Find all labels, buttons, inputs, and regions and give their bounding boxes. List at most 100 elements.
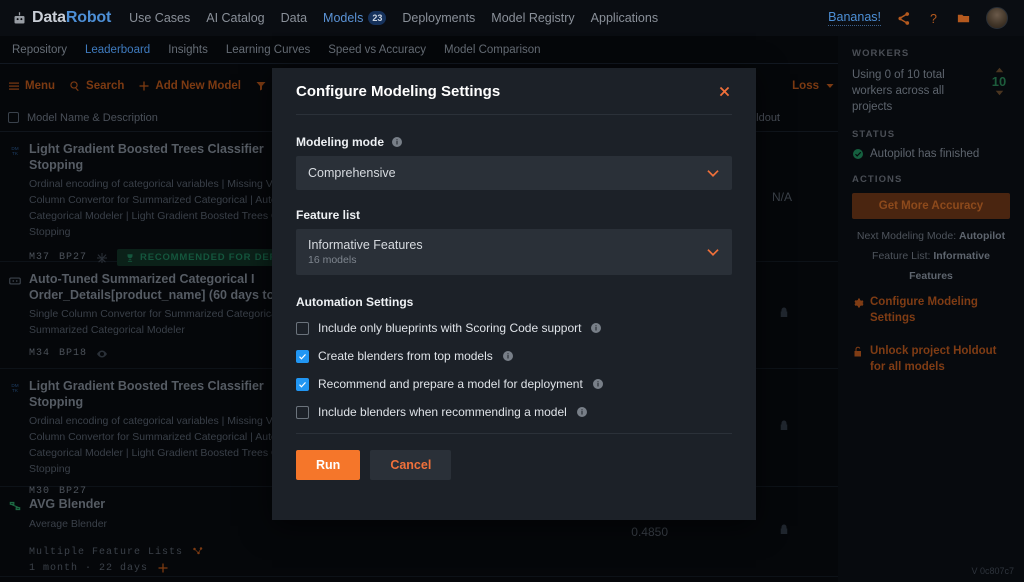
column-header-model-name: Model Name & Description <box>27 112 158 124</box>
gear-icon <box>852 297 864 309</box>
modal-footer: Run Cancel <box>272 434 756 496</box>
scoring-code-label: Include only blueprints with Scoring Cod… <box>318 321 581 335</box>
tab-repository[interactable]: Repository <box>12 44 67 56</box>
eye-icon[interactable] <box>96 348 108 360</box>
modal-header: Configure Modeling Settings <box>272 68 756 114</box>
recommend-model-checkbox[interactable] <box>296 378 309 391</box>
checkbox-row-create-blenders[interactable]: Create blenders from top models <box>296 349 732 363</box>
create-blenders-checkbox[interactable] <box>296 350 309 363</box>
svg-text:?: ? <box>930 11 937 25</box>
robot-logo-icon <box>12 11 27 26</box>
nav-item-data[interactable]: Data <box>281 11 307 25</box>
add-new-model-label: Add New Model <box>155 80 241 92</box>
modeling-mode-select[interactable]: Comprehensive <box>296 156 732 190</box>
nav-item-applications[interactable]: Applications <box>591 11 658 25</box>
lock-icon <box>778 418 790 432</box>
info-icon[interactable] <box>592 378 604 390</box>
next-modeling-mode-prefix: Next Modeling Mode: <box>857 230 959 242</box>
info-icon[interactable] <box>502 350 514 362</box>
stepper-down-icon[interactable] <box>995 90 1004 96</box>
search-button-label: Search <box>86 80 124 92</box>
tab-speed-vs-accuracy[interactable]: Speed vs Accuracy <box>328 44 426 56</box>
info-icon[interactable] <box>590 322 602 334</box>
add-new-model-button[interactable]: Add New Model <box>138 80 241 92</box>
next-modeling-mode-text: Next Modeling Mode: Autopilot <box>852 227 1010 247</box>
unlock-holdout-label: Unlock project Holdout for all models <box>870 344 1010 375</box>
right-sidebar: WORKERS Using 0 of 10 total workers acro… <box>838 36 1024 582</box>
cancel-button[interactable]: Cancel <box>370 450 451 480</box>
feature-list-value: Informative Features <box>308 238 423 252</box>
nav-item-ai-catalog[interactable]: AI Catalog <box>206 11 264 25</box>
menu-button-label: Menu <box>25 80 55 92</box>
get-more-accuracy-button[interactable]: Get More Accuracy <box>852 193 1010 219</box>
app-version-text: V 0c807c7 <box>971 566 1014 576</box>
status-section: Autopilot has finished <box>852 148 1010 160</box>
svg-text:DM: DM <box>11 146 18 151</box>
run-button[interactable]: Run <box>296 450 360 480</box>
scoring-code-checkbox[interactable] <box>296 322 309 335</box>
nav-item-model-registry[interactable]: Model Registry <box>491 11 574 25</box>
feature-list-label: Feature list <box>296 208 732 222</box>
lock-icon <box>778 306 790 320</box>
plus-icon[interactable] <box>157 562 169 574</box>
tab-insights[interactable]: Insights <box>168 44 208 56</box>
nav-item-deployments[interactable]: Deployments <box>402 11 475 25</box>
unlock-holdout-link[interactable]: Unlock project Holdout for all models <box>852 344 1010 375</box>
user-avatar[interactable] <box>986 7 1008 29</box>
modal-title: Configure Modeling Settings <box>296 83 500 100</box>
share-icon[interactable] <box>896 11 911 26</box>
holdout-lock[interactable] <box>778 306 790 325</box>
configure-modeling-settings-link[interactable]: Configure Modeling Settings <box>852 295 1010 326</box>
tab-leaderboard[interactable]: Leaderboard <box>85 44 150 56</box>
model-title: Auto-Tuned Summarized Categorical I Orde… <box>29 272 300 303</box>
app-root: DataRobot Use Cases AI Catalog Data Mode… <box>0 0 1024 582</box>
checkbox-row-include-blenders[interactable]: Include blenders when recommending a mod… <box>296 405 732 419</box>
models-count-badge: 23 <box>368 11 386 25</box>
model-description: Ordinal encoding of categorical variable… <box>29 414 300 477</box>
datarobot-logo[interactable]: DataRobot <box>12 9 111 27</box>
blender-model-icon <box>8 499 22 513</box>
metric-label: Loss <box>792 80 819 92</box>
lock-icon <box>778 522 790 536</box>
close-icon[interactable] <box>717 84 732 99</box>
feature-list-select[interactable]: Informative Features 16 models <box>296 229 732 275</box>
project-name-link[interactable]: Bananas! <box>828 10 881 26</box>
info-icon[interactable] <box>391 136 403 148</box>
svg-text:TK: TK <box>12 388 19 393</box>
feature-lists-label: Multiple Feature Lists <box>29 547 183 558</box>
search-icon <box>69 80 81 92</box>
modeling-mode-label-text: Modeling mode <box>296 135 384 149</box>
holdout-lock[interactable] <box>778 522 790 541</box>
tab-model-comparison[interactable]: Model Comparison <box>444 44 541 56</box>
menu-button[interactable]: Menu <box>8 80 55 92</box>
next-modeling-mode-value: Autopilot <box>959 230 1005 242</box>
tab-learning-curves[interactable]: Learning Curves <box>226 44 310 56</box>
modeling-mode-label: Modeling mode <box>296 135 732 149</box>
brand-robot-text: Robot <box>66 9 111 26</box>
worker-count-stepper[interactable]: 10 <box>988 67 1010 96</box>
status-text: Autopilot has finished <box>870 148 979 160</box>
search-button[interactable]: Search <box>69 80 124 92</box>
nav-item-models[interactable]: Models23 <box>323 11 386 26</box>
folder-icon[interactable] <box>956 11 971 26</box>
recommend-model-label: Recommend and prepare a model for deploy… <box>318 377 583 391</box>
filter-icon <box>255 80 267 92</box>
checkbox-row-scoring-code[interactable]: Include only blueprints with Scoring Cod… <box>296 321 732 335</box>
check-icon <box>298 352 307 361</box>
workers-section: Using 0 of 10 total workers across all p… <box>852 67 1010 115</box>
checkbox-row-recommend-model[interactable]: Recommend and prepare a model for deploy… <box>296 377 732 391</box>
status-section-label: STATUS <box>852 129 1010 140</box>
include-blenders-checkbox[interactable] <box>296 406 309 419</box>
info-icon[interactable] <box>576 406 588 418</box>
nav-item-use-cases[interactable]: Use Cases <box>129 11 190 25</box>
check-icon <box>298 380 307 389</box>
holdout-lock[interactable] <box>778 418 790 437</box>
help-icon[interactable]: ? <box>926 11 941 26</box>
stepper-up-icon[interactable] <box>995 67 1004 73</box>
feature-lists-icon <box>192 546 204 558</box>
select-all-checkbox[interactable] <box>8 112 19 123</box>
model-description: Single Column Convertor for Summarized C… <box>29 307 300 339</box>
plus-icon <box>138 80 150 92</box>
feature-list-text: Feature List: Informative Features <box>852 247 1010 287</box>
primary-nav-links: Use Cases AI Catalog Data Models23 Deplo… <box>129 11 658 26</box>
